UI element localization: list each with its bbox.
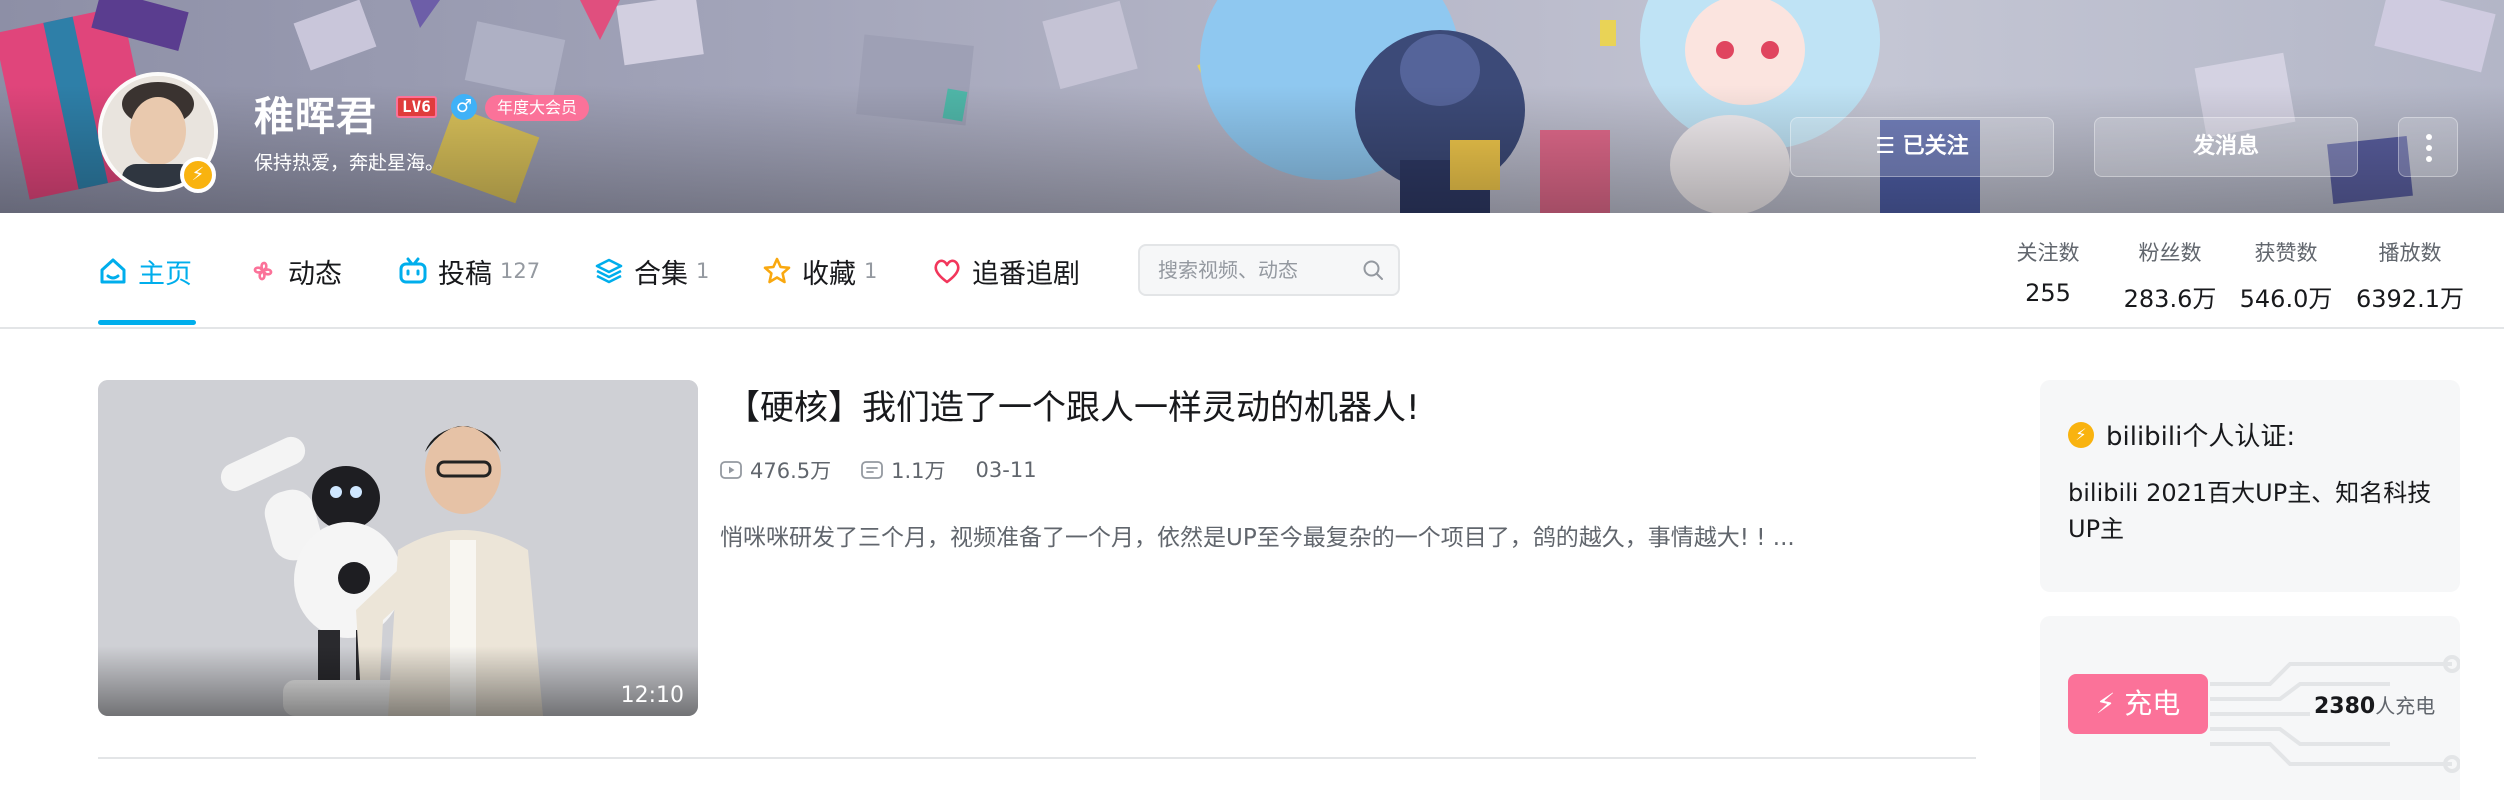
level-badge: LV6 — [396, 96, 437, 118]
heart-icon — [934, 259, 960, 284]
tab-label: 合集 — [634, 258, 688, 290]
tab-label: 主页 — [138, 258, 192, 290]
signature: 保持热爱，奔赴星海。 — [254, 152, 445, 174]
tab-bangumi[interactable]: 追番追剧 — [932, 249, 1080, 293]
stat-value: 283.6万 — [2123, 285, 2217, 313]
stat-following[interactable]: 关注数 255 — [2008, 237, 2088, 307]
more-options-button[interactable] — [2398, 117, 2458, 177]
tab-home[interactable]: 主页 — [98, 249, 192, 293]
tab-count: 1 — [864, 259, 878, 283]
stat-value: 255 — [2025, 279, 2071, 307]
play-count-value: 476.5万 — [750, 459, 832, 483]
vip-badge[interactable]: 年度大会员 — [485, 95, 590, 121]
list-divider — [98, 757, 1976, 759]
thumbnail-gradient — [98, 646, 698, 716]
charge-button-label: 充电 — [2124, 687, 2181, 720]
certification-text: bilibili 2021百大UP主、知名科技UP主 — [2068, 479, 2432, 543]
lightning-badge-icon: ⚡ — [2068, 421, 2094, 448]
danmaku-count-value: 1.1万 — [891, 459, 946, 483]
tab-dynamic[interactable]: 动态 — [248, 249, 342, 293]
stat-label: 获赞数 — [2254, 241, 2318, 265]
username[interactable]: 稚晖君 — [254, 84, 377, 142]
lightning-icon: ⚡ — [2095, 687, 2116, 720]
video-meta: 476.5万 1.1万 03-11 — [720, 455, 1067, 485]
stat-label: 播放数 — [2378, 241, 2442, 265]
play-count: 476.5万 — [720, 455, 831, 485]
stat-value: 6392.1万 — [2356, 285, 2464, 313]
search-icon[interactable] — [1362, 259, 1384, 281]
charge-button[interactable]: ⚡ 充电 — [2068, 674, 2208, 734]
certification-header: ⚡ bilibili个人认证: — [2068, 416, 2432, 453]
stat-value: 546.0万 — [2239, 285, 2333, 313]
stat-followers[interactable]: 粉丝数 283.6万 — [2122, 237, 2218, 314]
video-title[interactable]: 【硬核】我们造了一个跟人一样灵动的机器人! — [726, 380, 1420, 429]
tab-favorites[interactable]: 收藏 1 — [762, 249, 877, 293]
active-tab-indicator — [98, 320, 196, 325]
tab-label: 投稿 — [438, 258, 492, 290]
more-dots-icon — [2426, 134, 2432, 140]
pinwheel-icon — [253, 261, 273, 281]
tab-label: 收藏 — [802, 258, 856, 290]
charge-count-suffix: 人充电 — [2375, 694, 2436, 718]
danmaku-icon — [861, 461, 884, 479]
play-icon — [720, 461, 742, 479]
search-input[interactable]: 搜索视频、动态 — [1138, 244, 1400, 296]
tab-label: 动态 — [288, 258, 342, 290]
stat-likes: 获赞数 546.0万 — [2238, 237, 2334, 314]
search-placeholder: 搜索视频、动态 — [1158, 258, 1298, 282]
stat-label: 粉丝数 — [2138, 241, 2202, 265]
danmaku-count: 1.1万 — [861, 455, 946, 485]
message-button[interactable]: 发消息 — [2094, 117, 2358, 177]
stat-label: 关注数 — [2016, 241, 2080, 265]
charge-card: ⚡ 充电 2380人充电 — [2040, 616, 2460, 800]
upload-date: 03-11 — [975, 458, 1037, 482]
tab-uploads[interactable]: 投稿 127 — [398, 249, 540, 293]
tab-count: 127 — [500, 259, 541, 283]
certification-card: ⚡ bilibili个人认证: bilibili 2021百大UP主、知名科技U… — [2040, 380, 2460, 592]
gender-male-icon: ♂ — [451, 94, 477, 120]
certification-heading: bilibili个人认证: — [2106, 422, 2296, 452]
home-icon — [100, 258, 126, 284]
star-icon — [763, 257, 791, 284]
profile-nav: 主页 动态 投稿 127 合集 1 收藏 1 追番追剧 搜索视频、动态 关注数 … — [0, 213, 2504, 329]
tv-icon — [399, 257, 427, 284]
stat-plays: 播放数 6392.1万 — [2356, 237, 2464, 314]
layers-icon — [595, 258, 623, 284]
tab-count: 1 — [696, 259, 710, 283]
verified-badge-icon: ⚡ — [180, 157, 216, 193]
video-duration: 12:10 — [620, 683, 684, 708]
tab-collections[interactable]: 合集 1 — [594, 249, 709, 293]
follow-button[interactable]: ☰ 已关注 — [1790, 117, 2054, 177]
charge-count-value: 2380 — [2314, 694, 2376, 719]
charge-count: 2380人充电 — [2314, 690, 2435, 719]
tab-label: 追番追剧 — [972, 258, 1080, 290]
video-thumbnail[interactable]: 12:10 — [98, 380, 698, 716]
video-description: 悄咪咪研发了三个月，视频准备了一个月，依然是UP至今最复杂的一个项目了，鸽的越久… — [720, 525, 1795, 551]
